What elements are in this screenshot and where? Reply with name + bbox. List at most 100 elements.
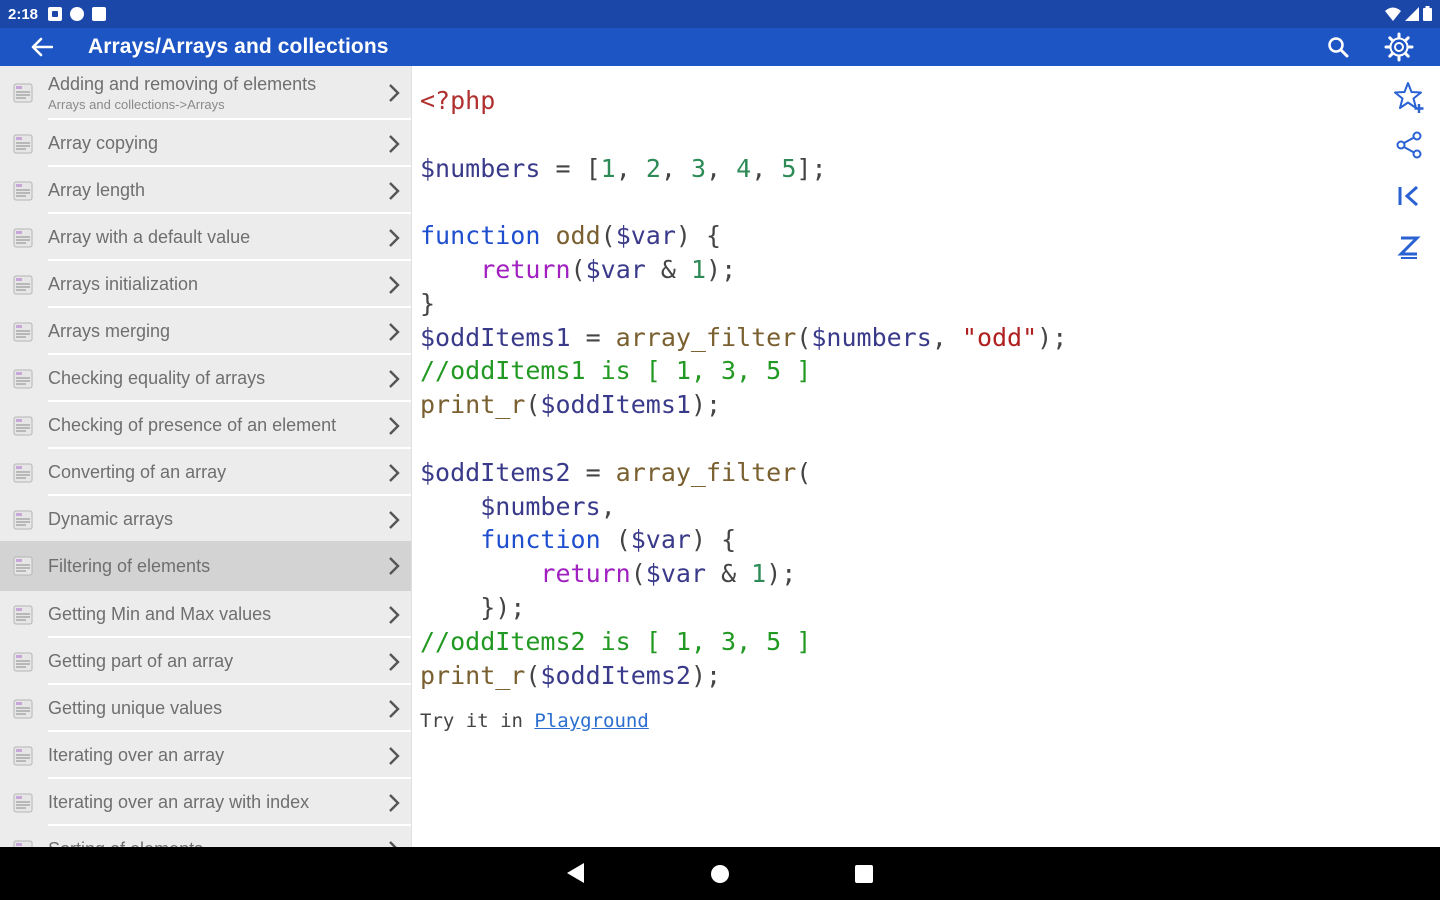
code-token: ) { xyxy=(690,525,737,555)
back-button[interactable] xyxy=(22,37,62,57)
chevron-right-icon xyxy=(389,369,400,388)
code-token: 4 xyxy=(736,153,752,183)
list-item[interactable]: Sorting of elements xyxy=(0,826,411,847)
skip-first-icon xyxy=(1398,185,1419,207)
search-icon xyxy=(1328,37,1349,58)
code-token: ); xyxy=(766,559,797,589)
code-token: , xyxy=(706,153,737,183)
nav-recents-button[interactable] xyxy=(853,863,875,890)
list-item[interactable]: Arrays merging xyxy=(0,308,411,355)
arrow-left-icon xyxy=(31,37,53,57)
code-token: $oddItems1 xyxy=(540,390,691,420)
code-token: array_filter xyxy=(615,322,797,352)
list-item[interactable]: Iterating over an array xyxy=(0,732,411,779)
code-line: return($var & 1); xyxy=(420,557,1067,591)
playground-link[interactable]: Playground xyxy=(534,710,648,732)
code-token: $oddItems2 xyxy=(420,457,571,487)
list-item[interactable]: Getting Min and Max values xyxy=(0,591,411,638)
code-token: & xyxy=(706,559,752,589)
favorite-button[interactable] xyxy=(1388,76,1430,118)
code-token: 1 xyxy=(690,254,707,284)
topic-list[interactable]: Adding and removing of elements Arrays a… xyxy=(0,66,412,847)
star-add-icon xyxy=(1394,82,1424,113)
code-line: $oddItems2 = array_filter( xyxy=(420,456,1067,490)
document-icon xyxy=(13,322,33,341)
document-icon xyxy=(13,840,33,847)
triangle-back-icon xyxy=(567,863,584,883)
code-token: }); xyxy=(420,592,526,622)
code-line: print_r($oddItems1); xyxy=(420,388,1067,422)
document-icon xyxy=(13,228,33,247)
code-token: ]; xyxy=(796,153,827,183)
list-item[interactable]: Array with a default value xyxy=(0,214,411,261)
code-token: , xyxy=(660,153,691,183)
code-token: = xyxy=(570,457,616,487)
list-item-label: Converting of an array xyxy=(48,462,227,482)
list-item-subtitle: Arrays and collections->Arrays xyxy=(48,97,225,112)
list-item[interactable]: Array length xyxy=(0,167,411,214)
document-icon xyxy=(13,556,33,576)
system-indicators xyxy=(1385,6,1432,21)
sort-button[interactable] xyxy=(1388,226,1430,268)
nav-back-button[interactable] xyxy=(564,861,586,890)
signal-icon xyxy=(1405,6,1419,21)
share-icon xyxy=(1396,131,1422,159)
settings-button[interactable] xyxy=(1384,32,1414,67)
share-button[interactable] xyxy=(1388,124,1430,166)
code-line: }); xyxy=(420,591,1067,625)
chevron-right-icon xyxy=(389,416,400,435)
nav-home-button[interactable] xyxy=(709,863,731,890)
list-item[interactable]: Iterating over an array with index xyxy=(0,779,411,826)
chevron-right-icon xyxy=(389,699,400,718)
list-item[interactable]: Converting of an array xyxy=(0,449,411,496)
list-item[interactable]: Adding and removing of elements Arrays a… xyxy=(0,66,411,120)
code-line: $numbers, xyxy=(420,490,1067,524)
code-token: 1 xyxy=(600,153,616,183)
list-item[interactable]: Dynamic arrays xyxy=(0,496,411,543)
chevron-right-icon xyxy=(389,652,400,671)
list-item[interactable]: Getting part of an array xyxy=(0,638,411,685)
chevron-right-icon xyxy=(389,840,398,847)
document-icon xyxy=(13,652,33,671)
list-item-label: Checking of presence of an element xyxy=(48,415,337,435)
try-it-line: Try it in Playground xyxy=(420,710,649,732)
code-token: = xyxy=(570,322,616,352)
list-item-label: Getting unique values xyxy=(48,698,223,718)
code-token: ( xyxy=(600,221,616,251)
code-token: return xyxy=(480,254,571,284)
list-item[interactable]: Array copying xyxy=(0,120,411,167)
document-icon xyxy=(13,134,33,153)
chevron-right-icon xyxy=(389,463,400,482)
chevron-right-icon xyxy=(389,181,400,200)
code-line: return($var & 1); xyxy=(420,253,1067,287)
code-line: //oddItems2 is [ 1, 3, 5 ] xyxy=(420,625,1067,659)
list-item-selected[interactable]: Filtering of elements xyxy=(0,541,411,591)
status-bar: 2:18 xyxy=(0,0,1440,28)
code-token: function xyxy=(480,525,601,555)
list-item-label: Getting Min and Max values xyxy=(48,604,272,624)
list-item[interactable]: Getting unique values xyxy=(0,685,411,732)
circle-home-icon xyxy=(711,865,729,883)
code-line: } xyxy=(420,287,1067,321)
list-item-label: Checking equality of arrays xyxy=(48,368,266,388)
list-item[interactable]: Arrays initialization xyxy=(0,261,411,308)
chevron-right-icon xyxy=(389,275,400,294)
app-bar: Arrays/Arrays and collections xyxy=(0,28,1440,66)
list-item[interactable]: Checking of presence of an element xyxy=(0,402,411,449)
chevron-right-icon xyxy=(389,134,400,153)
code-token: ( xyxy=(796,322,812,352)
code-token: $numbers xyxy=(420,153,541,183)
code-token: , xyxy=(931,322,962,352)
search-button[interactable] xyxy=(1326,35,1350,64)
list-item[interactable]: Checking equality of arrays xyxy=(0,355,411,402)
chevron-right-icon xyxy=(389,557,400,575)
code-token: odd xyxy=(555,221,601,251)
document-icon xyxy=(13,746,33,765)
code-token: $oddItems1 xyxy=(420,322,571,352)
go-first-button[interactable] xyxy=(1388,175,1430,217)
